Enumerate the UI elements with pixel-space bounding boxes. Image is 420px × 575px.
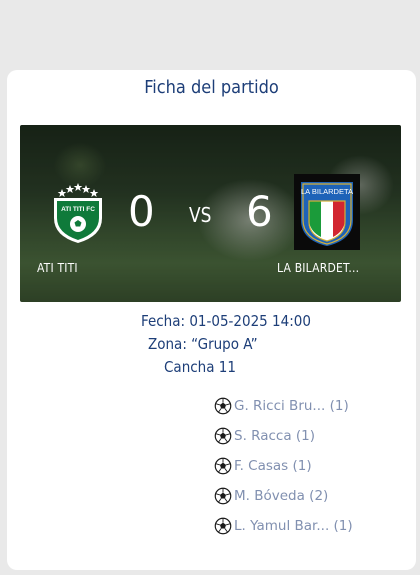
soccer-ball-icon — [214, 427, 232, 445]
scorer-text[interactable]: F. Casas (1) — [234, 458, 312, 474]
soccer-ball-icon — [214, 487, 232, 505]
match-detail-card: Ficha del partido ATI TITI FC 0 VS 6 LA … — [7, 70, 416, 570]
home-score: 0 — [128, 187, 155, 236]
scorer-row: F. Casas (1) — [214, 457, 353, 488]
scorer-text[interactable]: M. Bóveda (2) — [234, 488, 328, 504]
match-hero-banner: ATI TITI FC 0 VS 6 LA BILARDETA ATI TITI… — [20, 125, 401, 302]
away-score: 6 — [246, 187, 273, 236]
match-date: Fecha: 01-05-2025 14:00 — [141, 312, 311, 330]
soccer-ball-icon — [214, 517, 232, 535]
scorer-text[interactable]: L. Yamul Bar... (1) — [234, 518, 353, 534]
scorer-row: M. Bóveda (2) — [214, 487, 353, 518]
match-field: Cancha 11 — [164, 358, 236, 376]
scorer-row: L. Yamul Bar... (1) — [214, 517, 353, 548]
scorer-text[interactable]: S. Racca (1) — [234, 428, 315, 444]
soccer-ball-icon — [214, 397, 232, 415]
match-zone: Zona: “Grupo A” — [148, 335, 258, 353]
away-team-crest[interactable]: LA BILARDETA — [294, 174, 360, 250]
scorer-row: S. Racca (1) — [214, 427, 353, 458]
scorer-text[interactable]: G. Ricci Bru... (1) — [234, 398, 349, 414]
scorer-row: G. Ricci Bru... (1) — [214, 397, 353, 428]
away-crest-text: LA BILARDETA — [301, 187, 353, 196]
home-crest-text: ATI TITI FC — [61, 206, 95, 213]
goal-scorers-list: G. Ricci Bru... (1) S. Racca (1) F. Casas … — [214, 397, 353, 548]
versus-label: VS — [188, 203, 212, 227]
home-team-crest[interactable]: ATI TITI FC — [50, 180, 106, 244]
panel-title: Ficha del partido — [144, 77, 279, 98]
home-team-name[interactable]: ATI TITI — [37, 261, 78, 275]
away-team-name[interactable]: LA BILARDET... — [277, 261, 359, 275]
soccer-ball-icon — [214, 457, 232, 475]
